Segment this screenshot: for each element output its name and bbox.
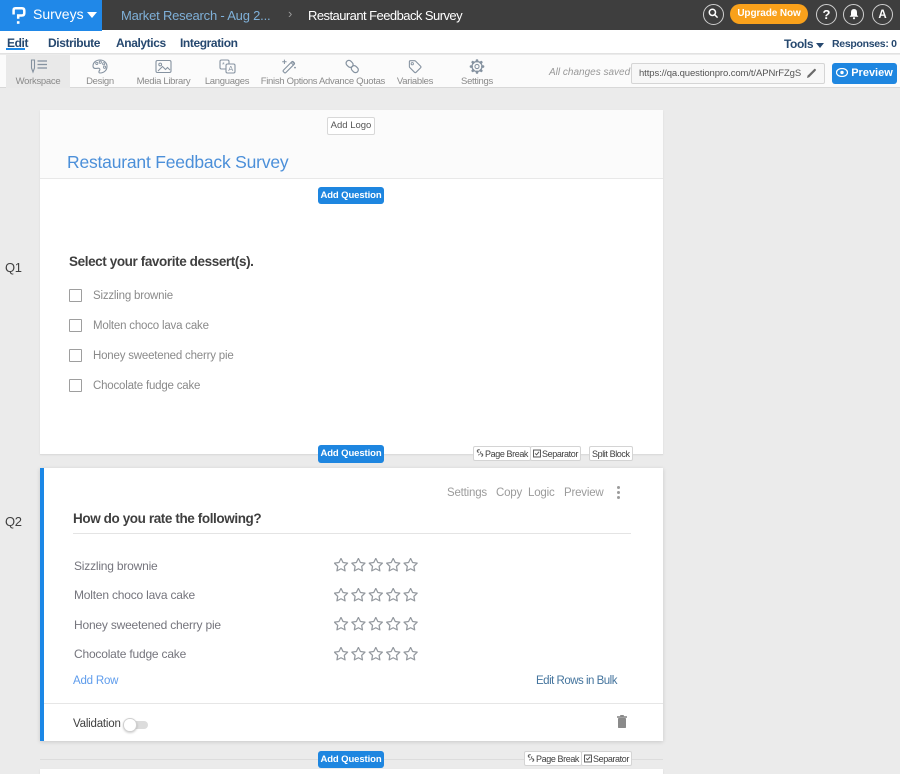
- svg-text:A: A: [228, 64, 233, 73]
- svg-text:*: *: [222, 62, 225, 69]
